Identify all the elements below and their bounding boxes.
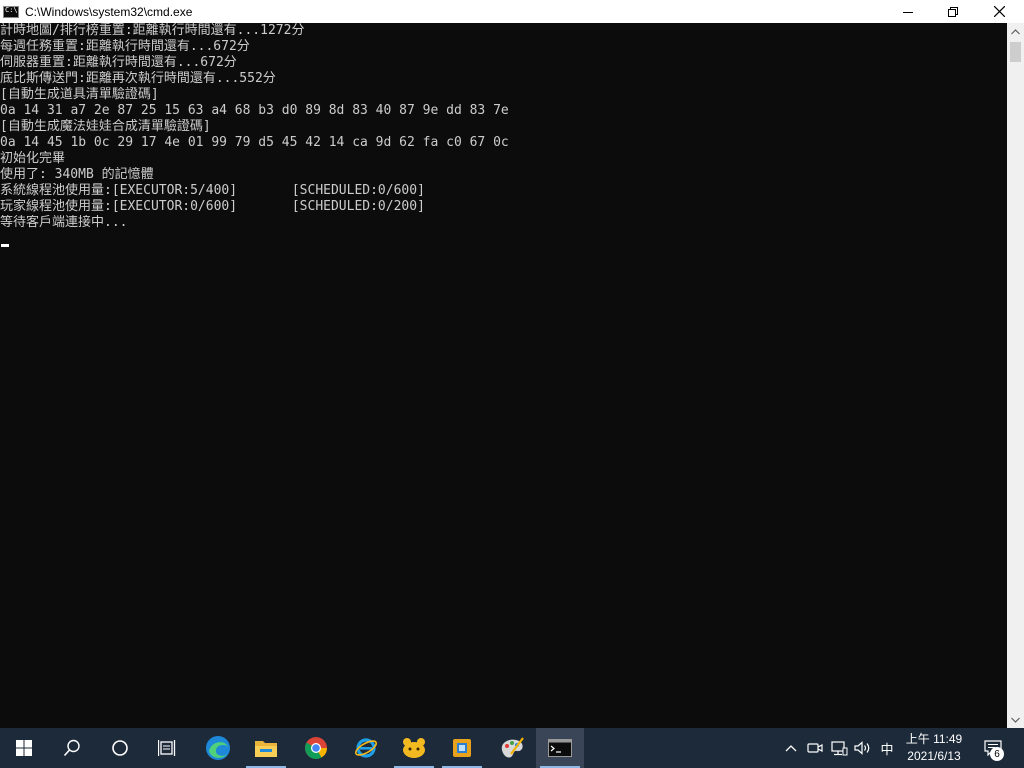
taskbar-file-explorer[interactable]: [242, 728, 290, 768]
cmd-icon-prompt: C:\: [5, 5, 18, 14]
show-hidden-icons-button[interactable]: [780, 728, 802, 768]
console-line: [自動生成道具清單驗證碼]: [0, 87, 159, 102]
search-button[interactable]: [48, 728, 96, 768]
console-line: 伺服器重置:距離執行時間還有...672分: [0, 55, 237, 70]
chevron-up-icon: [785, 745, 797, 752]
start-button[interactable]: [0, 728, 48, 768]
close-icon: [993, 6, 1005, 17]
chevron-up-icon: [1011, 28, 1020, 34]
windows-logo-icon: [16, 740, 32, 756]
chevron-down-icon: [1011, 717, 1020, 723]
search-icon: [63, 739, 80, 757]
vertical-scrollbar[interactable]: [1007, 23, 1024, 728]
console-line: 0a 14 31 a7 2e 87 25 15 63 a4 68 b3 d0 8…: [0, 103, 509, 118]
meet-now-button[interactable]: [804, 728, 826, 768]
cortana-icon: [112, 740, 128, 756]
cortana-button[interactable]: [96, 728, 144, 768]
volume-button[interactable]: [852, 728, 874, 768]
restore-button[interactable]: [930, 0, 976, 23]
scroll-up-button[interactable]: [1007, 23, 1024, 40]
yellow-app-icon: [403, 738, 425, 758]
task-view-button[interactable]: [144, 728, 192, 768]
speaker-icon: [854, 741, 870, 755]
console-line: 每週任務重置:距離執行時間還有...672分: [0, 39, 250, 54]
taskbar-app-yellow[interactable]: [390, 728, 438, 768]
window-title: C:\Windows\system32\cmd.exe: [25, 4, 193, 19]
taskbar-chrome[interactable]: [292, 728, 340, 768]
ime-indicator[interactable]: 中: [876, 728, 898, 768]
close-button[interactable]: [976, 0, 1022, 23]
chrome-icon: [305, 737, 327, 759]
taskbar: 中 上午 11:49 2021/6/13: [0, 728, 1024, 768]
clock[interactable]: 上午 11:49 2021/6/13: [896, 731, 972, 767]
taskbar-internet-explorer[interactable]: [342, 728, 390, 768]
console-line: [自動生成魔法娃娃合成清單驗證碼]: [0, 119, 211, 134]
clock-time: 上午 11:49: [905, 732, 963, 746]
taskbar-paint[interactable]: [488, 728, 536, 768]
console-line: 計時地圖/排行榜重置:距離執行時間還有...1272分: [0, 23, 305, 38]
internet-explorer-icon: [354, 738, 378, 758]
taskbar-cmd[interactable]: [536, 728, 584, 768]
minimize-icon: [903, 11, 913, 13]
console-line: 底比斯傳送門:距離再次執行時間還有...552分: [0, 71, 276, 86]
minimize-button[interactable]: [885, 0, 931, 23]
console-line: 初始化完畢: [0, 151, 66, 166]
scroll-down-button[interactable]: [1007, 711, 1024, 728]
text-cursor: [1, 244, 9, 247]
network-icon: [830, 740, 847, 755]
ime-label: 中: [880, 742, 894, 758]
paint-palette-icon: [501, 737, 524, 758]
edge-icon: [206, 736, 230, 760]
box-app-icon: [453, 739, 471, 757]
cmd-app-icon[interactable]: C:\: [3, 5, 19, 18]
task-view-icon: [158, 740, 176, 756]
taskbar-app-box[interactable]: [438, 728, 486, 768]
scroll-thumb[interactable]: [1010, 42, 1021, 62]
console-line: 系統線程池使用量:[EXECUTOR:5/400] [SCHEDULED:0/6…: [0, 183, 425, 198]
taskbar-edge[interactable]: [194, 728, 242, 768]
console-line: 玩家線程池使用量:[EXECUTOR:0/600] [SCHEDULED:0/2…: [0, 199, 425, 214]
console-output[interactable]: 計時地圖/排行榜重置:距離執行時間還有...1272分 每週任務重置:距離執行時…: [0, 23, 1007, 728]
meet-now-icon: [807, 743, 823, 753]
network-button[interactable]: [828, 728, 850, 768]
cmd-icon: [548, 739, 572, 757]
clock-date: 2021/6/13: [907, 749, 961, 763]
console-line: 使用了: 340MB 的記憶體: [0, 167, 154, 182]
notification-count-badge: 6: [990, 747, 1004, 761]
restore-icon: [948, 6, 958, 17]
console-line: 等待客戶端連接中...: [0, 215, 128, 230]
folder-icon: [255, 741, 277, 757]
console-line: 0a 14 45 1b 0c 29 17 4e 01 99 79 d5 45 4…: [0, 135, 509, 150]
title-bar[interactable]: C:\ C:\Windows\system32\cmd.exe: [0, 0, 1024, 23]
